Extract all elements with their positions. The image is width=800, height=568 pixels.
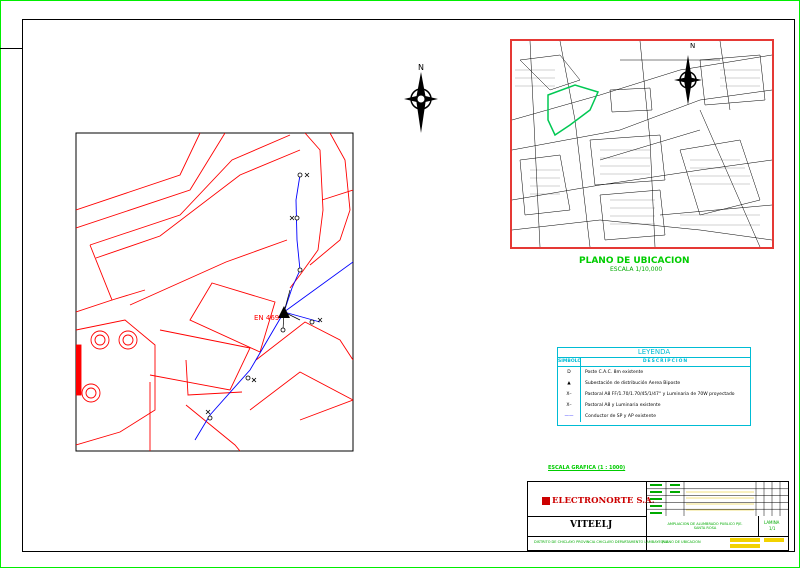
sheet-number: 1/1 [769,526,776,531]
company-name: ELECTRONORTE S.A. [552,496,655,506]
company-logo-icon [542,497,550,505]
legend-text: Subestación de distribución Aerea Bipost… [585,381,681,386]
legend-text: Conductor de SP y AP existente [585,414,656,419]
scale-note: ESCALA GRAFICA (1 : 1000) [548,465,626,471]
company-cell: ELECTRONORTE S.A. [528,482,655,517]
logo-text: VITEELJ [570,520,613,530]
legend-text: Pastoral A8 FF/1.70/1.70/45/1/47° y Lumi… [585,392,735,397]
project-cell: AMPLIACION DE ALUMBRADO PUBLICO PJE. SAN… [646,516,759,537]
location-map-title: PLANO DE UBICACION [579,256,690,266]
yellow-mark [730,544,760,548]
legend-symbol: ▲ [558,378,581,389]
title-block: ELECTRONORTE S.A. VITEELJ DISTRITO DE CH… [527,481,789,551]
legend-row: ▲ Subestación de distribución Aerea Bipo… [558,378,750,389]
legend-header-description: DESCRIPCION [642,359,689,364]
sheet-label: LAMINA [764,520,780,525]
legend-row: —— Conductor de SP y AP existente [558,411,750,422]
plan-name-cell: PLANO DE UBICACION [646,536,788,550]
legend-row: X– Pastoral A8 y Luminaria existente [558,400,750,411]
legend-text: Poste C.A.C. 8m existente [585,370,644,375]
yellow-mark [730,538,760,542]
legend-symbol: D [558,367,581,378]
legend-header-symbol: SIMBOLO [558,358,582,366]
legend-row: X– Pastoral A8 FF/1.70/1.70/45/1/47° y L… [558,389,750,400]
location-map-frame [510,39,774,249]
legend-symbol: X– [558,400,581,411]
legend-symbol: —— [558,411,581,422]
legend-header: SIMBOLO DESCRIPCION [558,358,750,367]
logo-cell: VITEELJ [528,516,647,537]
project-text: AMPLIACION DE ALUMBRADO PUBLICO PJE. SAN… [667,522,743,530]
legend: LEYENDA SIMBOLO DESCRIPCION D Poste C.A.… [557,347,751,426]
legend-title: LEYENDA [558,348,750,358]
location-cell: DISTRITO DE CHICLAYO PROVINCIA CHICLAYO … [528,536,668,550]
location-map-scale: ESCALA 1/10,000 [610,266,663,273]
legend-row: D Poste C.A.C. 8m existente [558,367,750,378]
yellow-mark [764,538,784,542]
sheet-cell: LAMINA 1/1 [758,516,788,537]
plan-name: PLANO DE UBICACION [662,540,701,544]
legend-symbol: X– [558,389,581,400]
location-north-label: N [690,42,696,50]
title-grid [646,482,788,516]
legend-text: Pastoral A8 y Luminaria existente [585,403,661,408]
